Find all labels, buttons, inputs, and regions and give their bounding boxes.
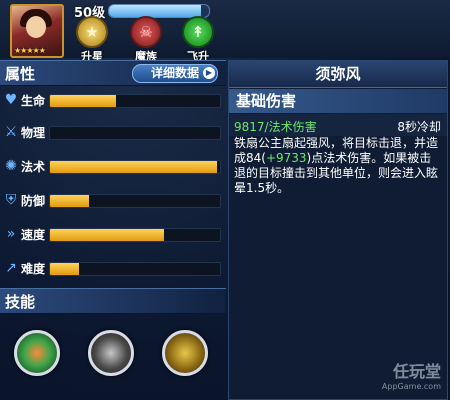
- attributes-title: 属性: [5, 65, 36, 83]
- stat-label: 物理: [21, 126, 46, 140]
- desc-bonus: +9733: [265, 151, 307, 165]
- stat-label: 法术: [21, 160, 46, 174]
- watermark-main: 任玩堂: [392, 362, 441, 381]
- upgrade-star-button[interactable]: ★ 升星: [72, 16, 112, 64]
- star-rating: ★★★★★: [14, 46, 46, 55]
- detail-data-label: 详细数据: [150, 66, 199, 80]
- skills-header: 技能: [0, 288, 226, 314]
- attributes-header: 属性 详细数据 ▶: [0, 60, 226, 86]
- skill-3-icon[interactable]: [162, 330, 208, 376]
- demon-icon: ☠: [130, 16, 162, 48]
- stat-bar: [49, 94, 221, 108]
- ascend-button[interactable]: ↟ 飞升: [178, 16, 218, 64]
- stat-row-speed: » 速度: [0, 222, 226, 250]
- watermark-sub: AppGame.com: [381, 382, 441, 391]
- skill-2-icon[interactable]: [88, 330, 134, 376]
- stat-bar: [49, 126, 221, 140]
- skill-damage: 9817/法术伤害: [234, 120, 317, 134]
- skill-cooldown: 8秒冷却: [397, 120, 441, 134]
- stat-row-defense: ⛨ 防御: [0, 188, 226, 216]
- stat-label: 速度: [21, 228, 46, 242]
- stat-bar: [49, 262, 221, 276]
- stat-label: 难度: [21, 262, 46, 276]
- stat-fill: [50, 195, 90, 207]
- skill-stats-row: 9817/法术伤害 8秒冷却: [229, 114, 447, 136]
- stat-row-hp: ♥ 生命: [0, 88, 226, 116]
- shield-icon: ⛨: [5, 192, 17, 208]
- top-bar: ★★★★★ 50级 ★ 升星 ☠ 魔族 ↟ 飞升: [0, 0, 450, 63]
- boot-icon: »: [6, 226, 16, 242]
- stat-fill: [50, 161, 217, 173]
- stat-label: 生命: [21, 94, 46, 108]
- stat-bar: [49, 160, 221, 174]
- stat-fill: [50, 263, 79, 275]
- stat-row-difficulty: ↗ 难度: [0, 256, 226, 284]
- demon-race-button[interactable]: ☠ 魔族: [126, 16, 166, 64]
- stat-label: 防御: [21, 194, 46, 208]
- stat-fill: [50, 95, 117, 107]
- portrait-face: [26, 16, 46, 38]
- arrow-right-icon: ▶: [203, 67, 215, 79]
- skill-name: 须弥风: [229, 61, 447, 88]
- star-icon: ★: [76, 16, 108, 48]
- skill-detail-panel: 须弥风 基础伤害 9817/法术伤害 8秒冷却 铁扇公主扇起强风，将目标击退，并…: [228, 60, 448, 400]
- watermark-logo: 任玩堂 AppGame.com: [382, 358, 441, 391]
- stat-bar: [49, 228, 221, 242]
- ascend-icon: ↟: [182, 16, 214, 48]
- heart-icon: ♥: [4, 92, 18, 108]
- stat-row-magic: ✺ 法术: [0, 154, 226, 182]
- stat-row-physical: ⚔ 物理: [0, 120, 226, 148]
- skill-category: 基础伤害: [229, 89, 447, 113]
- sword-icon: ⚔: [4, 124, 18, 140]
- skills-title: 技能: [5, 293, 36, 311]
- detail-data-button[interactable]: 详细数据 ▶: [132, 64, 218, 83]
- stat-fill: [50, 229, 164, 241]
- trend-icon: ↗: [5, 260, 17, 276]
- spell-icon: ✺: [5, 158, 17, 174]
- stat-bar: [49, 194, 221, 208]
- skill-description: 铁扇公主扇起强风，将目标击退，并造成84(+9733)点法术伤害。如果被击退的目…: [234, 136, 442, 196]
- hero-portrait[interactable]: ★★★★★: [10, 4, 64, 58]
- skill-1-icon[interactable]: [14, 330, 60, 376]
